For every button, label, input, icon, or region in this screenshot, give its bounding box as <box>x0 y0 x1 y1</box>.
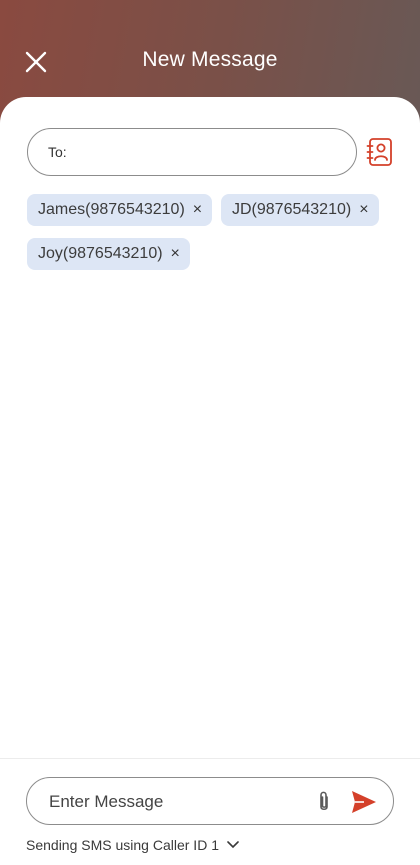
attach-button[interactable] <box>314 790 334 814</box>
to-input[interactable] <box>72 144 356 160</box>
paperclip-icon <box>320 791 328 811</box>
compose-sheet: To: James(9876543210) × JD(9876543210) ×… <box>0 97 420 865</box>
caller-id-selector[interactable]: Sending SMS using Caller ID 1 <box>26 837 239 853</box>
to-label: To: <box>48 144 67 160</box>
contact-book-icon <box>366 138 392 166</box>
app-bar: New Message <box>0 0 420 110</box>
recipient-chip-label: Joy(9876543210) <box>38 245 163 262</box>
remove-recipient-button[interactable]: × <box>193 202 202 218</box>
recipient-chip-label: James(9876543210) <box>38 201 185 218</box>
recipient-chip-label: JD(9876543210) <box>232 201 352 218</box>
to-field[interactable]: To: <box>27 128 357 176</box>
remove-recipient-button[interactable]: × <box>359 202 368 218</box>
recipient-chip[interactable]: James(9876543210) × <box>27 194 213 226</box>
page-title: New Message <box>142 48 278 71</box>
message-input[interactable] <box>49 790 299 814</box>
composer-divider <box>0 758 420 759</box>
message-composer <box>26 777 394 825</box>
send-button[interactable] <box>350 789 378 815</box>
caller-id-label: Sending SMS using Caller ID 1 <box>26 837 219 853</box>
send-icon <box>352 791 376 813</box>
remove-recipient-button[interactable]: × <box>171 246 180 262</box>
chevron-down-icon <box>227 841 239 849</box>
recipient-chip[interactable]: JD(9876543210) × <box>221 194 379 226</box>
contacts-button[interactable] <box>366 137 394 167</box>
recipient-chip[interactable]: Joy(9876543210) × <box>27 238 190 270</box>
